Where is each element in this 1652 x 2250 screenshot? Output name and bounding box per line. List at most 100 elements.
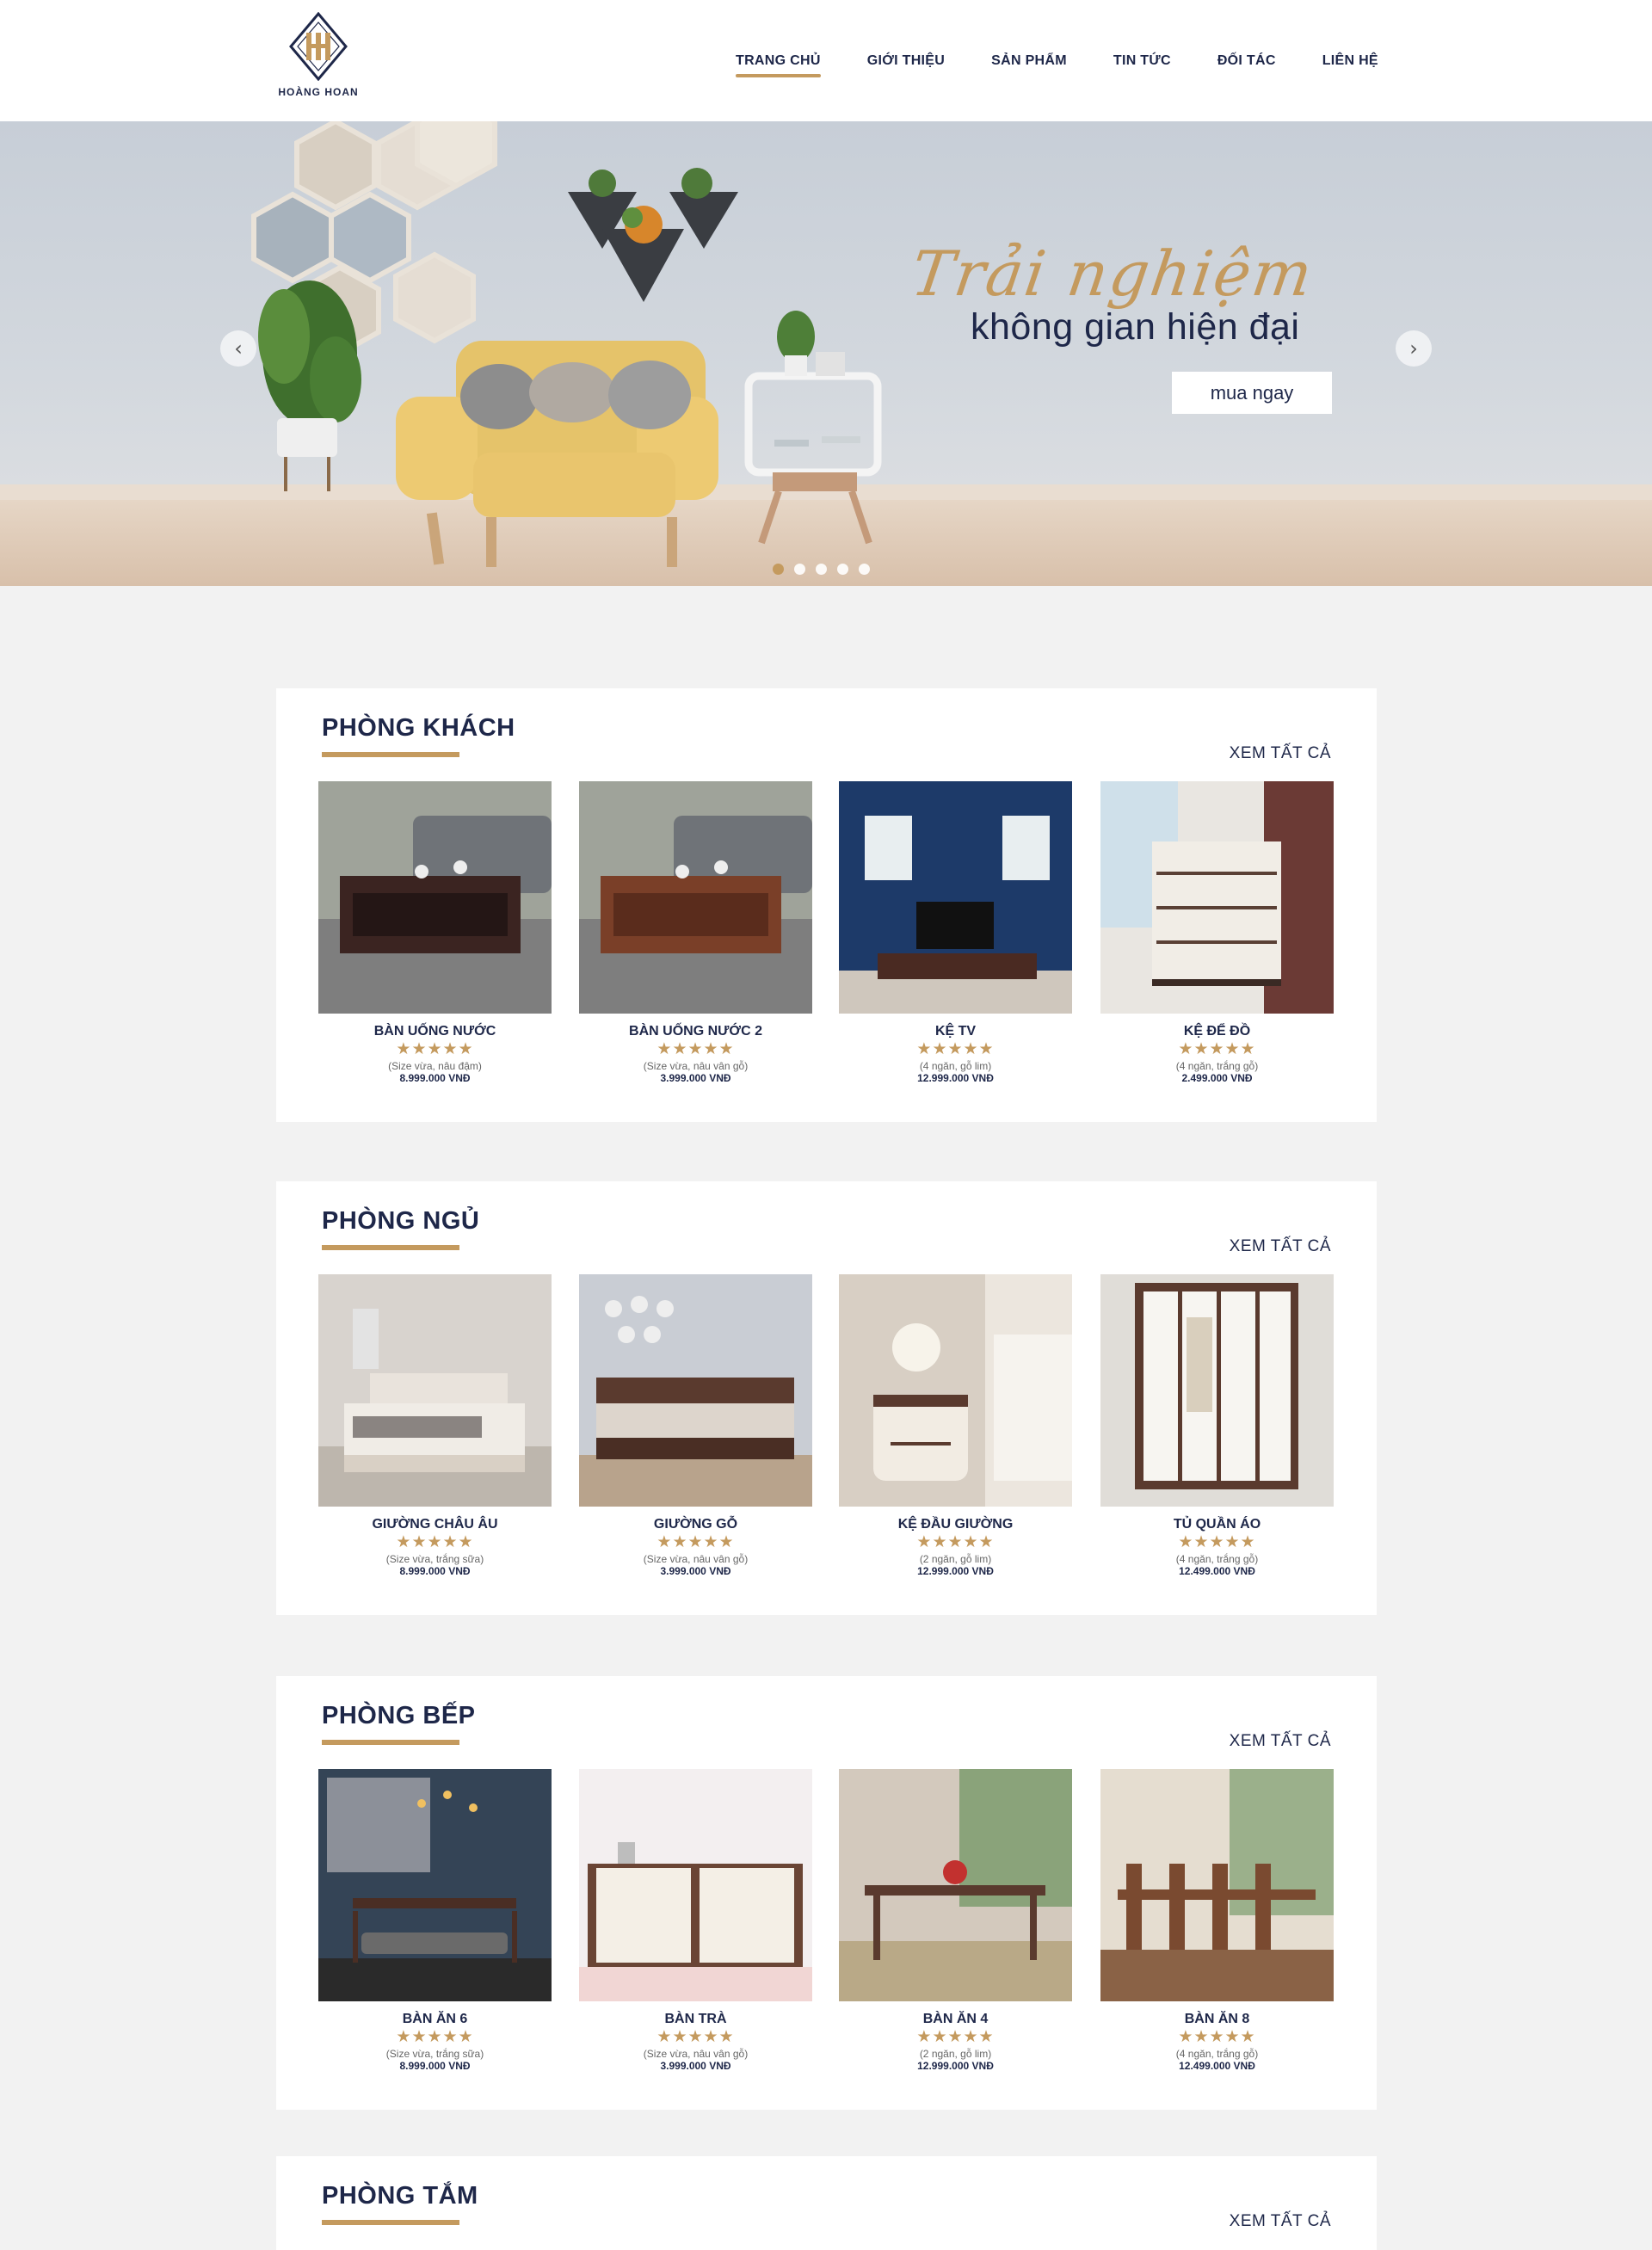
section-title: PHÒNG BẾP	[322, 1702, 476, 1729]
product-name[interactable]: KỆ TV	[839, 1024, 1072, 1039]
slider-next-button[interactable]: ›	[1396, 330, 1432, 367]
product-image[interactable]	[1100, 1769, 1334, 2001]
nav-item[interactable]: ĐỐI TÁC	[1217, 53, 1276, 69]
chevron-right-icon: ›	[1409, 336, 1418, 361]
product-price: 8.999.000 VNĐ	[399, 1072, 471, 1084]
section-title-underline	[322, 2220, 459, 2225]
see-all-link[interactable]: XEM TẤT CẢ	[1230, 2212, 1331, 2231]
banner-script-title: Trải nghiệm	[907, 237, 1318, 310]
see-all-link[interactable]: XEM TẤT CẢ	[1230, 1732, 1331, 1751]
product-image[interactable]	[579, 1274, 812, 1507]
product-price: 12.999.000 VNĐ	[917, 1072, 994, 1084]
main-nav: TRANG CHỦ GIỚI THIỆU SẢN PHẨM TIN TỨC ĐỐI TÁ…	[736, 53, 1378, 77]
product-name[interactable]: KỆ ĐẦU GIƯỜNG	[839, 1517, 1072, 1532]
product-price: 2.499.000 VNĐ	[1181, 1072, 1253, 1084]
rating-stars-icon: ★★★★★	[656, 1039, 735, 1058]
rating-stars-icon: ★★★★★	[916, 1039, 995, 1058]
product-name[interactable]: BÀN ĂN 8	[1100, 2012, 1334, 2027]
product-image[interactable]	[579, 781, 812, 1014]
slider-dots	[773, 564, 880, 575]
product-desc: (4 ngăn, trắng gỗ)	[1175, 2048, 1259, 2060]
product-name[interactable]: BÀN TRÀ	[579, 2012, 812, 2027]
product-grid: BÀN UỐNG NƯỚC ★★★★★ (Size vừa, nâu đậm) 8.9…	[318, 781, 1335, 1091]
slider-dot[interactable]	[773, 564, 784, 575]
product-image[interactable]	[318, 1274, 552, 1507]
product-card[interactable]: KỆ ĐẦU GIƯỜNG ★★★★★ (2 ngăn, gỗ lim) 12.999…	[839, 1274, 1072, 1584]
product-card[interactable]: BÀN ĂN 4 ★★★★★ (2 ngăn, gỗ lim) 12.999.000 …	[839, 1769, 1072, 2079]
product-image[interactable]	[318, 781, 552, 1014]
nav-item[interactable]: TRANG CHỦ	[736, 53, 821, 77]
triangle-planters	[568, 168, 738, 302]
product-name[interactable]: BÀN ĂN 4	[839, 2012, 1072, 2027]
slider-dot[interactable]	[816, 564, 827, 575]
product-card[interactable]: BÀN ĂN 8 ★★★★★ (4 ngăn, trắng gỗ) 12.499.00…	[1100, 1769, 1334, 2079]
product-image[interactable]	[839, 1274, 1072, 1507]
product-name[interactable]: KỆ ĐỂ ĐỒ	[1100, 1024, 1334, 1039]
nav-item[interactable]: TIN TỨC	[1113, 53, 1171, 69]
product-name[interactable]: BÀN UỐNG NƯỚC	[318, 1024, 552, 1039]
product-card[interactable]: BÀN UỐNG NƯỚC 2 ★★★★★ (Size vừa, nâu vân g…	[579, 781, 812, 1091]
product-image[interactable]	[579, 1769, 812, 2001]
nav-item[interactable]: LIÊN HỆ	[1322, 53, 1378, 69]
product-desc: (4 ngăn, gỗ lim)	[919, 1060, 992, 1072]
product-name[interactable]: BÀN UỐNG NƯỚC 2	[579, 1024, 812, 1039]
rating-stars-icon: ★★★★★	[396, 2027, 474, 2046]
see-all-link[interactable]: XEM TẤT CẢ	[1230, 1237, 1331, 1256]
product-card[interactable]: BÀN TRÀ ★★★★★ (Size vừa, nâu vân gỗ) 3.999.…	[579, 1769, 812, 2079]
product-card[interactable]: GIƯỜNG GỖ ★★★★★ (Size vừa, nâu vân gỗ) 3.99…	[579, 1274, 812, 1584]
product-desc: (Size vừa, nâu vân gỗ)	[643, 1060, 749, 1072]
product-desc: (2 ngăn, gỗ lim)	[919, 1553, 992, 1565]
hero-banner: ‹ › Trải nghiệm không gian hiện đại mua …	[0, 121, 1652, 586]
slider-dot[interactable]	[859, 564, 870, 575]
product-name[interactable]: GIƯỜNG GỖ	[579, 1517, 812, 1532]
product-desc: (4 ngăn, trắng gỗ)	[1175, 1553, 1259, 1565]
section-title-underline	[322, 1245, 459, 1250]
potted-plant	[258, 280, 361, 491]
nav-item[interactable]: GIỚI THIỆU	[867, 53, 945, 69]
product-grid: BÀN ĂN 6 ★★★★★ (Size vừa, trắng sữa) 8.999.…	[318, 1769, 1335, 2079]
product-section: PHÒNG NGỦ XEM TẤT CẢ GIƯỜNG CHÂU ÂU ★★★★★ (S…	[276, 1181, 1377, 1615]
product-image[interactable]	[318, 1769, 552, 2001]
product-card[interactable]: GIƯỜNG CHÂU ÂU ★★★★★ (Size vừa, trắng sữa)…	[318, 1274, 552, 1584]
product-desc: (Size vừa, nâu vân gỗ)	[643, 1553, 749, 1565]
product-card[interactable]: BÀN ĂN 6 ★★★★★ (Size vừa, trắng sữa) 8.999.…	[318, 1769, 552, 2079]
rating-stars-icon: ★★★★★	[656, 1532, 735, 1551]
product-price: 12.999.000 VNĐ	[917, 2060, 994, 2072]
rating-stars-icon: ★★★★★	[396, 1039, 474, 1058]
product-card[interactable]: KỆ ĐỂ ĐỒ ★★★★★ (4 ngăn, trắng gỗ) 2.499.000…	[1100, 781, 1334, 1091]
rating-stars-icon: ★★★★★	[1178, 2027, 1256, 2046]
brand-name: HOÀNG HOAN	[278, 86, 359, 98]
slider-dot[interactable]	[794, 564, 805, 575]
product-name[interactable]: GIƯỜNG CHÂU ÂU	[318, 1517, 552, 1532]
rating-stars-icon: ★★★★★	[656, 2027, 735, 2046]
banner-main-title: không gian hiện đại	[971, 306, 1300, 348]
product-card[interactable]: TỦ QUẦN ÁO ★★★★★ (4 ngăn, trắng gỗ) 12.499.…	[1100, 1274, 1334, 1584]
product-price: 12.499.000 VNĐ	[1179, 2060, 1255, 2072]
section-title: PHÒNG NGỦ	[322, 1207, 480, 1235]
slider-prev-button[interactable]: ‹	[220, 330, 256, 367]
product-desc: (4 ngăn, trắng gỗ)	[1175, 1060, 1259, 1072]
section-title-underline	[322, 752, 459, 757]
product-price: 3.999.000 VNĐ	[660, 2060, 731, 2072]
product-price: 12.499.000 VNĐ	[1179, 1565, 1255, 1577]
product-card[interactable]: BÀN UỐNG NƯỚC ★★★★★ (Size vừa, nâu đậm) 8.9…	[318, 781, 552, 1091]
section-title: PHÒNG KHÁCH	[322, 714, 515, 742]
brand-logo[interactable]: HOÀNG HOAN	[277, 12, 360, 102]
buy-now-button[interactable]: mua ngay	[1172, 372, 1332, 414]
product-name[interactable]: BÀN ĂN 6	[318, 2012, 552, 2027]
product-image[interactable]	[1100, 1274, 1334, 1507]
yellow-armchair	[396, 341, 718, 567]
site-header: HOÀNG HOAN TRANG CHỦ GIỚI THIỆU SẢN PHẨM TI…	[0, 0, 1652, 121]
see-all-link[interactable]: XEM TẤT CẢ	[1230, 744, 1331, 763]
monogram-logo-icon	[289, 12, 348, 81]
nav-item[interactable]: SẢN PHẨM	[991, 53, 1067, 69]
product-name[interactable]: TỦ QUẦN ÁO	[1100, 1517, 1334, 1532]
slider-dot[interactable]	[837, 564, 848, 575]
product-image[interactable]	[839, 1769, 1072, 2001]
section-title: PHÒNG TẮM	[322, 2182, 478, 2210]
product-image[interactable]	[1100, 781, 1334, 1014]
product-image[interactable]	[839, 781, 1072, 1014]
product-card[interactable]: KỆ TV ★★★★★ (4 ngăn, gỗ lim) 12.999.000 VNĐ	[839, 781, 1072, 1091]
product-price: 3.999.000 VNĐ	[660, 1565, 731, 1577]
product-section: PHÒNG TẮM XEM TẤT CẢ	[276, 2156, 1377, 2250]
